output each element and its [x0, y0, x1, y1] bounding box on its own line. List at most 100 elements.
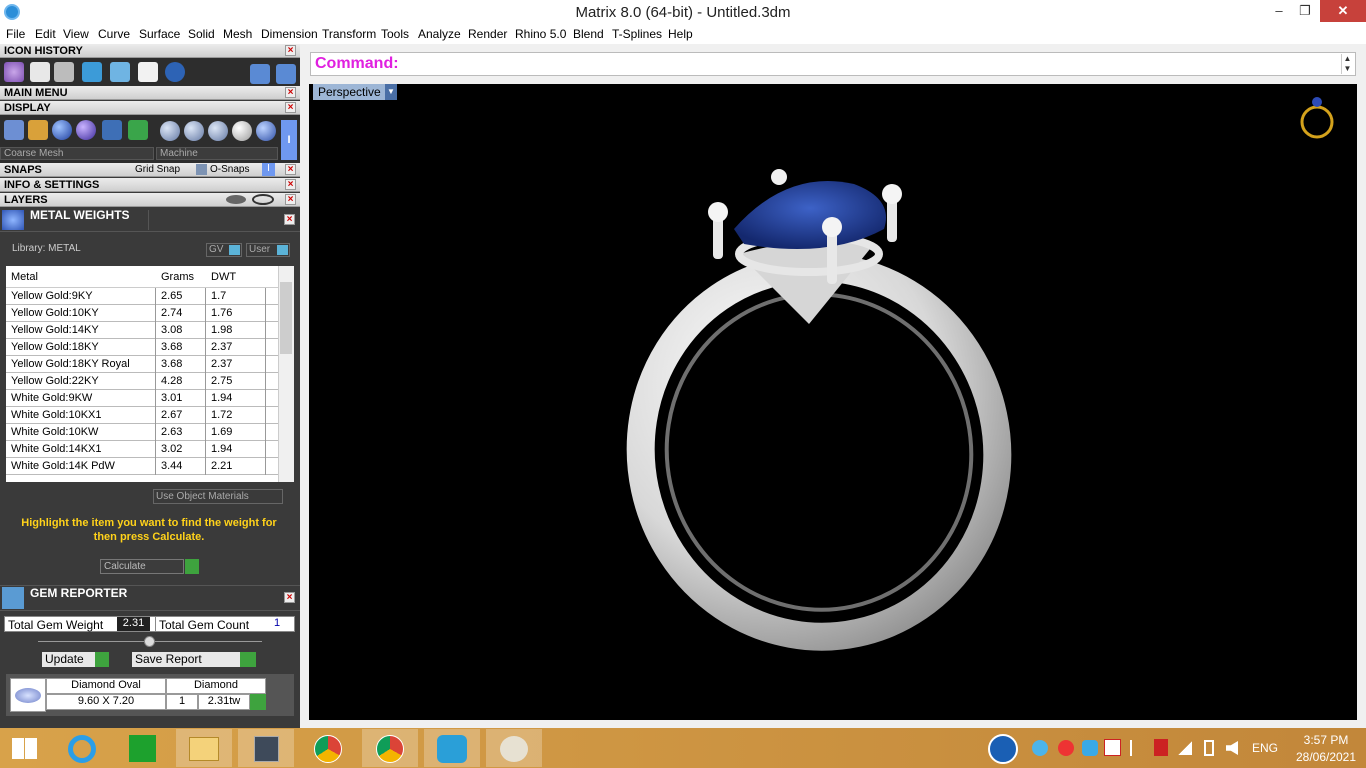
snap-indicator[interactable]: I	[262, 163, 275, 176]
close-icon[interactable]: ×	[285, 102, 296, 113]
layers-header[interactable]: LAYERS ×	[0, 193, 300, 207]
menu-render[interactable]: Render	[468, 27, 507, 41]
menu-mesh[interactable]: Mesh	[223, 27, 252, 41]
save-report-go-icon[interactable]	[240, 652, 256, 667]
close-icon[interactable]: ×	[284, 214, 295, 225]
taskbar-chrome[interactable]	[300, 729, 356, 767]
history-tool-icon[interactable]	[4, 62, 24, 82]
white-material-icon[interactable]	[232, 121, 252, 141]
perspective-viewport[interactable]: Perspective ▼	[309, 84, 1357, 720]
menu-tsplines[interactable]: T-Splines	[612, 27, 662, 41]
signal-icon[interactable]	[1178, 741, 1192, 755]
calculate-button[interactable]: Calculate	[100, 559, 184, 574]
menu-rhino[interactable]: Rhino 5.0	[515, 27, 566, 41]
menu-edit[interactable]: Edit	[35, 27, 56, 41]
taskbar-vero[interactable]	[424, 729, 480, 767]
environment-icon[interactable]	[102, 120, 122, 140]
layer-lock-icon[interactable]	[226, 195, 246, 204]
menu-tools[interactable]: Tools	[381, 27, 409, 41]
taskbar-ie[interactable]	[54, 729, 110, 767]
flag-tray-icon[interactable]	[1130, 740, 1144, 756]
language-indicator[interactable]: ENG	[1252, 741, 1278, 755]
help-icon[interactable]	[988, 734, 1018, 764]
battery-icon[interactable]	[1204, 740, 1214, 756]
table-row[interactable]: White Gold:10KX1 2.67 1.72	[6, 407, 278, 424]
close-icon[interactable]: ×	[285, 194, 296, 205]
osnap-checkbox[interactable]	[196, 164, 207, 175]
close-button[interactable]: ✕	[1320, 0, 1366, 22]
clock-date[interactable]: 28/06/2021	[1294, 750, 1358, 764]
volume-icon[interactable]	[1226, 741, 1238, 755]
calculate-go-icon[interactable]	[185, 559, 199, 574]
osnap-toggle[interactable]: O-Snaps	[210, 164, 249, 175]
menu-view[interactable]: View	[63, 27, 89, 41]
gem-go-icon[interactable]	[250, 694, 266, 710]
menu-help[interactable]: Help	[668, 27, 693, 41]
use-object-materials-toggle[interactable]: Use Object Materials	[153, 489, 283, 504]
maximize-button[interactable]: ❐	[1288, 0, 1322, 22]
close-icon[interactable]: ×	[284, 592, 295, 603]
sphere-view-icon[interactable]	[184, 121, 204, 141]
main-menu-header[interactable]: MAIN MENU ×	[0, 86, 300, 100]
table-row[interactable]: Yellow Gold:18KY Royal 3.68 2.37	[6, 356, 278, 373]
menu-analyze[interactable]: Analyze	[418, 27, 461, 41]
mesh-select[interactable]: Coarse Mesh	[0, 147, 154, 160]
taskbar-explorer[interactable]	[176, 729, 232, 767]
menu-solid[interactable]: Solid	[188, 27, 215, 41]
blue-material-icon[interactable]	[256, 121, 276, 141]
clock-time[interactable]: 3:57 PM	[1294, 733, 1358, 747]
table-row[interactable]: Yellow Gold:14KY 3.08 1.98	[6, 322, 278, 339]
column-header[interactable]: DWT	[206, 266, 266, 288]
table-row[interactable]: White Gold:14K PdW 3.44 2.21	[6, 458, 278, 475]
table-row[interactable]: Yellow Gold:18KY 3.68 2.37	[6, 339, 278, 356]
table-row[interactable]: Yellow Gold:10KY 2.74 1.76	[6, 305, 278, 322]
grid-tool-icon[interactable]	[110, 62, 130, 82]
cone-tool-icon[interactable]	[82, 62, 102, 82]
pan-icon[interactable]	[28, 120, 48, 140]
back-arrow-icon[interactable]	[250, 64, 270, 84]
shaded-ball-icon[interactable]	[52, 120, 72, 140]
beats-tray-icon[interactable]	[1058, 740, 1074, 756]
table-row[interactable]: Yellow Gold:22KY 4.28 2.75	[6, 373, 278, 390]
grid-snap-toggle[interactable]: Grid Snap	[135, 164, 180, 175]
start-button[interactable]	[0, 729, 56, 767]
menu-dimension[interactable]: Dimension	[261, 27, 318, 41]
table-row[interactable]: White Gold:10KW 2.63 1.69	[6, 424, 278, 441]
menu-curve[interactable]: Curve	[98, 27, 130, 41]
taskbar-paint[interactable]	[486, 729, 542, 767]
eye-icon[interactable]	[252, 194, 274, 205]
shield-tray-icon[interactable]	[1154, 739, 1168, 756]
table-row[interactable]: White Gold:14KX1 3.02 1.94	[6, 441, 278, 458]
forward-arrow-icon[interactable]	[276, 64, 296, 84]
close-icon[interactable]: ×	[285, 179, 296, 190]
close-icon[interactable]: ×	[285, 45, 296, 56]
table-row[interactable]: Yellow Gold:9KY 2.65 1.7	[6, 288, 278, 305]
render-select[interactable]: Machine	[156, 147, 278, 160]
menu-transform[interactable]: Transform	[322, 27, 376, 41]
snaps-header[interactable]: SNAPS Grid Snap O-Snaps I ×	[0, 163, 300, 177]
table-row[interactable]: White Gold:9KW 3.01 1.94	[6, 390, 278, 407]
update-go-icon[interactable]	[95, 652, 109, 667]
sphere-view-icon[interactable]	[160, 121, 180, 141]
wireframe-icon[interactable]	[4, 120, 24, 140]
display-header[interactable]: DISPLAY ×	[0, 101, 300, 115]
save-icon[interactable]	[30, 62, 50, 82]
close-icon[interactable]: ×	[285, 87, 296, 98]
icon-history-header[interactable]: ICON HISTORY ×	[0, 44, 300, 58]
update-button[interactable]: Update	[42, 652, 95, 667]
taskbar-store[interactable]	[114, 729, 170, 767]
save-report-button[interactable]: Save Report	[132, 652, 240, 667]
close-icon[interactable]: ×	[285, 164, 296, 175]
document-tool-icon[interactable]	[138, 62, 158, 82]
info-settings-header[interactable]: INFO & SETTINGS ×	[0, 178, 300, 192]
menu-surface[interactable]: Surface	[139, 27, 180, 41]
taskbar-matrix[interactable]	[238, 729, 294, 767]
slider-handle[interactable]	[144, 636, 155, 647]
antivirus-tray-icon[interactable]	[1104, 739, 1121, 756]
display-toggle[interactable]: I	[281, 120, 297, 160]
scrollbar-thumb[interactable]	[280, 282, 292, 354]
column-header[interactable]: Grams	[156, 266, 206, 288]
command-scroll[interactable]: ▲ ▼	[1341, 54, 1353, 74]
layout-icon[interactable]	[128, 120, 148, 140]
sphere-view-icon[interactable]	[208, 121, 228, 141]
